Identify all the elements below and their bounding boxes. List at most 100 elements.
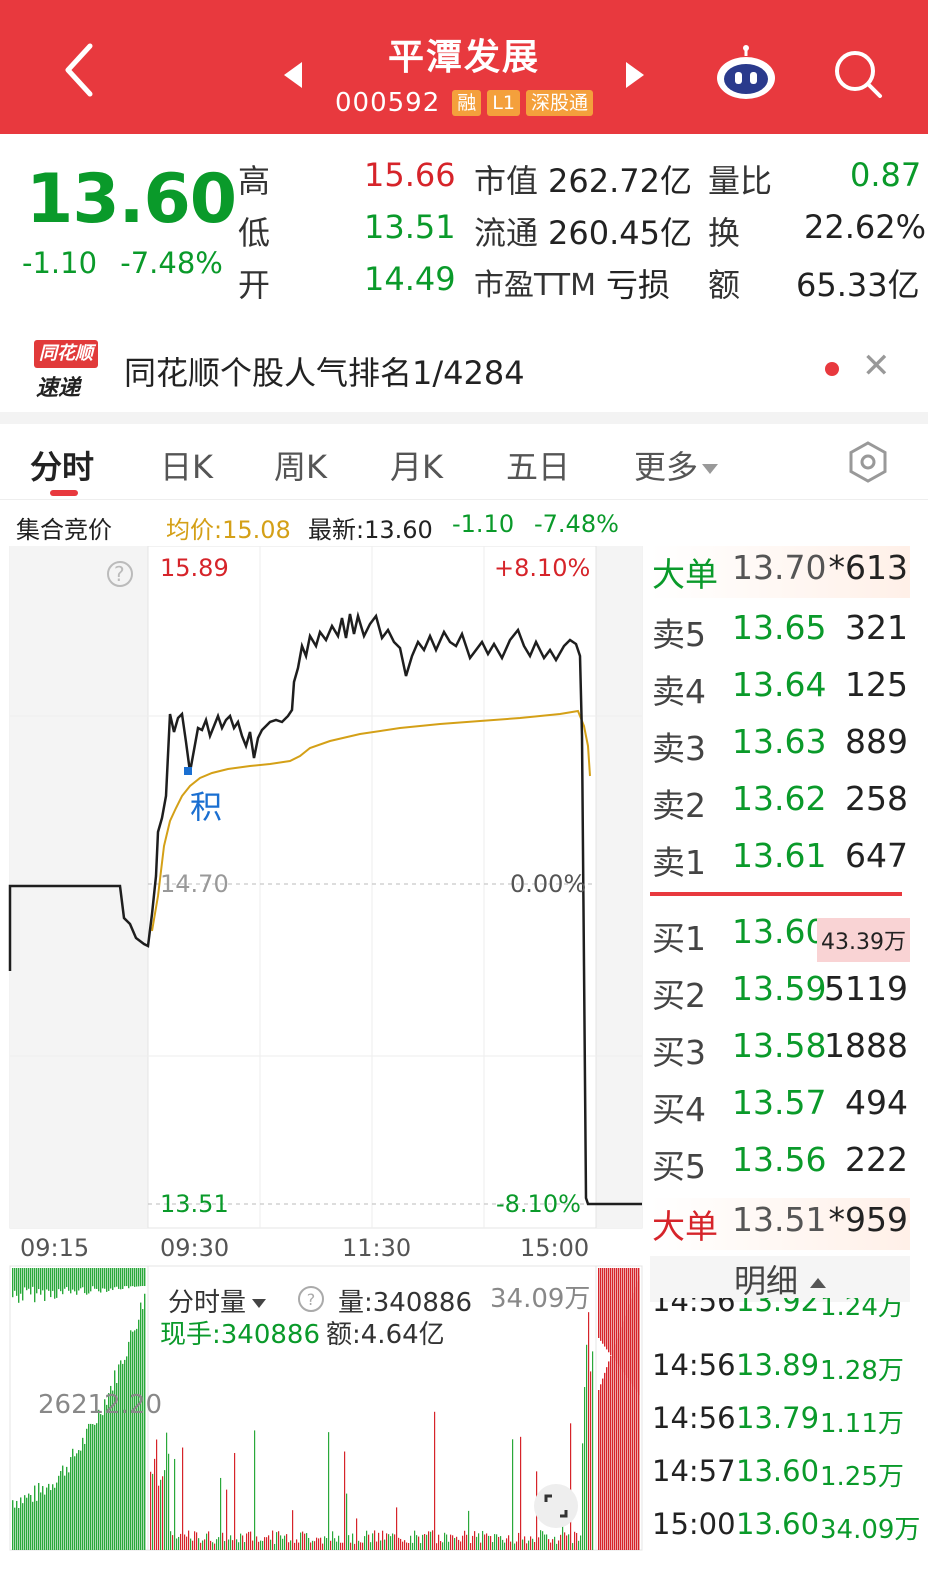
big-sell-order[interactable]: 大单 13.70 *613 [650, 546, 910, 598]
volume-bar [300, 1532, 302, 1550]
volume-bar [462, 1535, 464, 1550]
chevron-up-icon [810, 1278, 826, 1288]
tab-monthly-k[interactable]: 月K [390, 442, 443, 488]
volume-bar [622, 1321, 624, 1550]
prev-stock-icon[interactable] [284, 62, 302, 88]
volume-bar [416, 1535, 418, 1550]
time-0930: 09:30 [160, 1234, 230, 1262]
volume-bar [538, 1537, 540, 1550]
volume-bar [12, 1500, 14, 1550]
marker-square [184, 767, 192, 775]
bid-row-2[interactable]: 买2 13.59 5119 [650, 965, 910, 1021]
trade-row: 14:56 13.89 1.28万 [652, 1348, 904, 1386]
volume-bar [582, 1443, 584, 1550]
volume-bar [54, 1487, 56, 1550]
volume-bar [550, 1542, 552, 1550]
volume-bar [276, 1532, 278, 1550]
ask-row-3[interactable]: 卖3 13.63 889 [650, 718, 910, 774]
expand-icon[interactable] [534, 1484, 578, 1528]
volume-bar [46, 1487, 48, 1550]
ask-row-2[interactable]: 卖2 13.62 258 [650, 775, 910, 831]
volume-bar [38, 1268, 40, 1290]
volume-bar [318, 1538, 320, 1550]
volume-bar [368, 1534, 370, 1550]
tab-more[interactable]: 更多 [634, 442, 719, 488]
volume-bar [66, 1466, 68, 1550]
next-stock-icon[interactable] [626, 62, 644, 88]
low-value: 13.51 [364, 208, 456, 246]
ask-row-4[interactable]: 卖4 13.64 125 [650, 661, 910, 717]
close-icon[interactable]: ✕ [862, 346, 891, 386]
volume-bar [40, 1492, 42, 1550]
volume-bar [342, 1542, 344, 1550]
volume-bar [156, 1439, 158, 1550]
section-divider [0, 412, 928, 424]
volume-bar [602, 1268, 604, 1344]
volume-bar [464, 1530, 466, 1550]
volume-bar [392, 1533, 394, 1550]
volume-bar [304, 1533, 306, 1550]
volume-bar [330, 1540, 332, 1550]
volume-bar [374, 1530, 376, 1550]
trade-detail-toggle[interactable]: 明细 [650, 1256, 910, 1302]
settings-hexagon-icon[interactable] [846, 440, 890, 484]
volume-bar [400, 1538, 402, 1550]
volume-bar [36, 1268, 38, 1294]
volume-bar [162, 1476, 164, 1550]
accumulation-marker[interactable]: 积 [190, 782, 222, 828]
robot-assistant-icon[interactable] [714, 44, 778, 102]
volume-bar [364, 1536, 366, 1550]
volume-bar [346, 1493, 348, 1550]
turnover-label: 换 [708, 214, 741, 252]
tab-weekly-k[interactable]: 周K [274, 442, 327, 488]
volume-bar [96, 1268, 98, 1289]
volume-bar [496, 1534, 498, 1550]
volume-bar [534, 1542, 536, 1550]
volume-bar [316, 1537, 318, 1550]
volume-bar [378, 1532, 380, 1550]
volume-bar [406, 1542, 408, 1550]
volume-bar [92, 1268, 94, 1287]
volume-bar [102, 1268, 104, 1289]
volume-bar [586, 1344, 588, 1550]
volume-bar [138, 1268, 140, 1287]
ask-row-1[interactable]: 卖1 13.61 647 [650, 832, 910, 888]
intraday-chart[interactable] [0, 546, 650, 1592]
volume-bar [604, 1372, 606, 1550]
volume-bar [584, 1387, 586, 1550]
volume-bar [290, 1540, 292, 1550]
volume-bar [580, 1535, 582, 1550]
tab-five-day[interactable]: 五日 [506, 442, 570, 488]
tab-daily-k[interactable]: 日K [160, 442, 213, 488]
volume-bar [72, 1448, 74, 1550]
volume-bar [344, 1451, 346, 1550]
volume-bar [178, 1536, 180, 1550]
big-buy-order[interactable]: 大单 13.51 *959 [650, 1198, 910, 1250]
volume-bar [226, 1489, 228, 1550]
bid-row-4[interactable]: 买4 13.57 494 [650, 1079, 910, 1135]
volume-bar [26, 1497, 28, 1550]
volume-bar [548, 1539, 550, 1550]
volume-bar [466, 1534, 468, 1550]
code-row: 000592 融 L1 深股通 [0, 88, 928, 118]
volume-bar [128, 1268, 130, 1289]
volume-bar [574, 1531, 576, 1550]
volume-bar [250, 1531, 252, 1550]
volume-bar [354, 1543, 356, 1550]
help-icon[interactable]: ? [296, 1284, 326, 1314]
chevron-down-icon [252, 1299, 267, 1308]
volume-bar [560, 1534, 562, 1550]
volume-bar [494, 1534, 496, 1550]
bid-row-3[interactable]: 买3 13.58 1888 [650, 1022, 910, 1078]
trade-row: 14:56 13.92 1.24万 [652, 1298, 904, 1322]
ask-row-5[interactable]: 卖5 13.65 321 [650, 604, 910, 660]
volume-bar [70, 1268, 72, 1294]
bid-row-1[interactable]: 买1 13.60 43.39万 [650, 908, 910, 964]
search-icon[interactable] [832, 48, 884, 100]
volume-bar [390, 1536, 392, 1550]
volume-bar [434, 1411, 436, 1550]
popularity-banner[interactable]: 同花顺 速递 同花顺个股人气排名1/4284 ✕ [0, 324, 928, 412]
volume-bar [94, 1268, 96, 1289]
tab-intraday[interactable]: 分时 [30, 442, 94, 488]
bid-row-5[interactable]: 买5 13.56 222 [650, 1136, 910, 1192]
